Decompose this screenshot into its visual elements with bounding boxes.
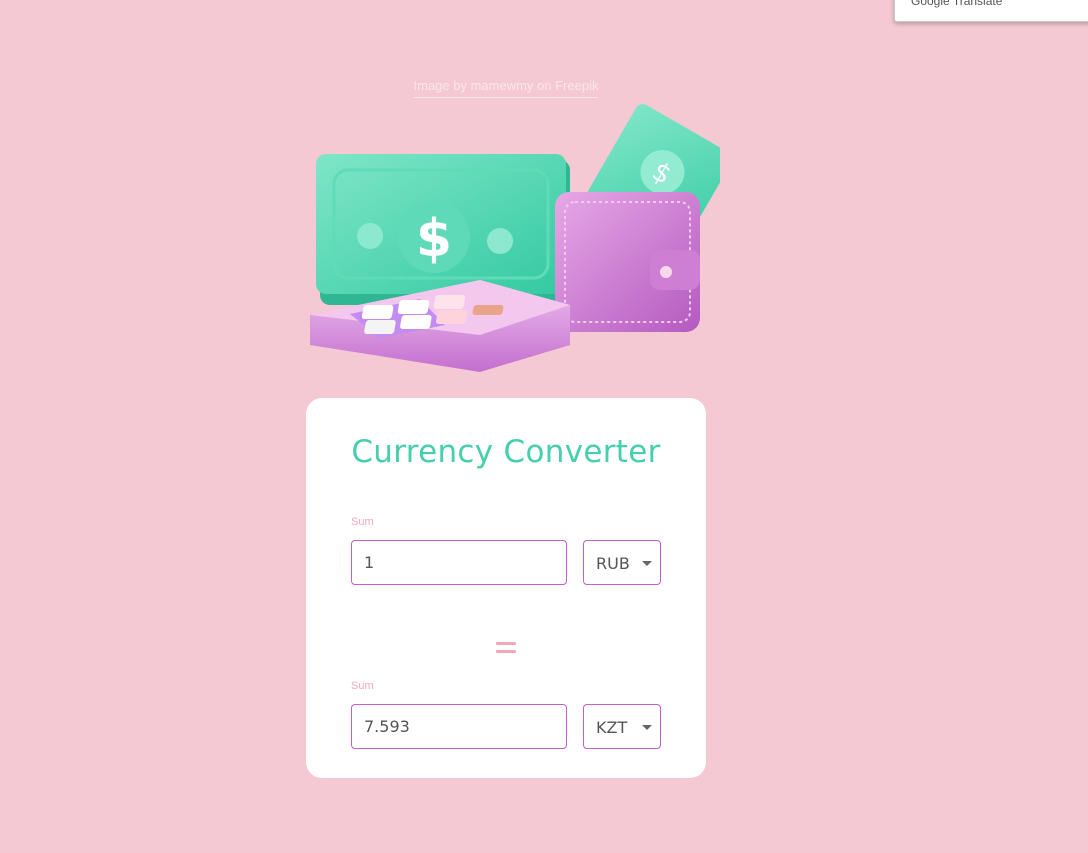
to-sum-label: Sum	[351, 680, 374, 692]
page: Google Translate Image by mamewmy on Fre…	[0, 0, 1088, 853]
to-currency-value: KZT	[596, 718, 628, 737]
image-credit: Image by mamewmy on Freepik	[0, 78, 1012, 98]
converter-title: Currency Converter	[351, 434, 661, 470]
from-currency-value: RUB	[596, 554, 630, 573]
to-currency-select[interactable]: KZT	[583, 704, 661, 749]
chevron-down-icon	[642, 725, 652, 730]
google-translate-popup[interactable]: Google Translate	[894, 0, 1088, 22]
from-sum-input[interactable]	[351, 540, 567, 585]
from-currency-select[interactable]: RUB	[583, 540, 661, 585]
from-sum-label: Sum	[351, 516, 374, 528]
money-wallet-calculator-illustration: $ $	[310, 104, 720, 372]
converter-card: Currency Converter Sum RUB Sum KZT	[306, 398, 706, 778]
equals-icon	[496, 642, 516, 654]
chevron-down-icon	[642, 561, 652, 566]
svg-text:$: $	[416, 209, 452, 269]
to-sum-input[interactable]	[351, 704, 567, 749]
image-credit-link[interactable]: Image by mamewmy on Freepik	[413, 78, 599, 98]
google-translate-label: Google Translate	[911, 0, 1003, 8]
